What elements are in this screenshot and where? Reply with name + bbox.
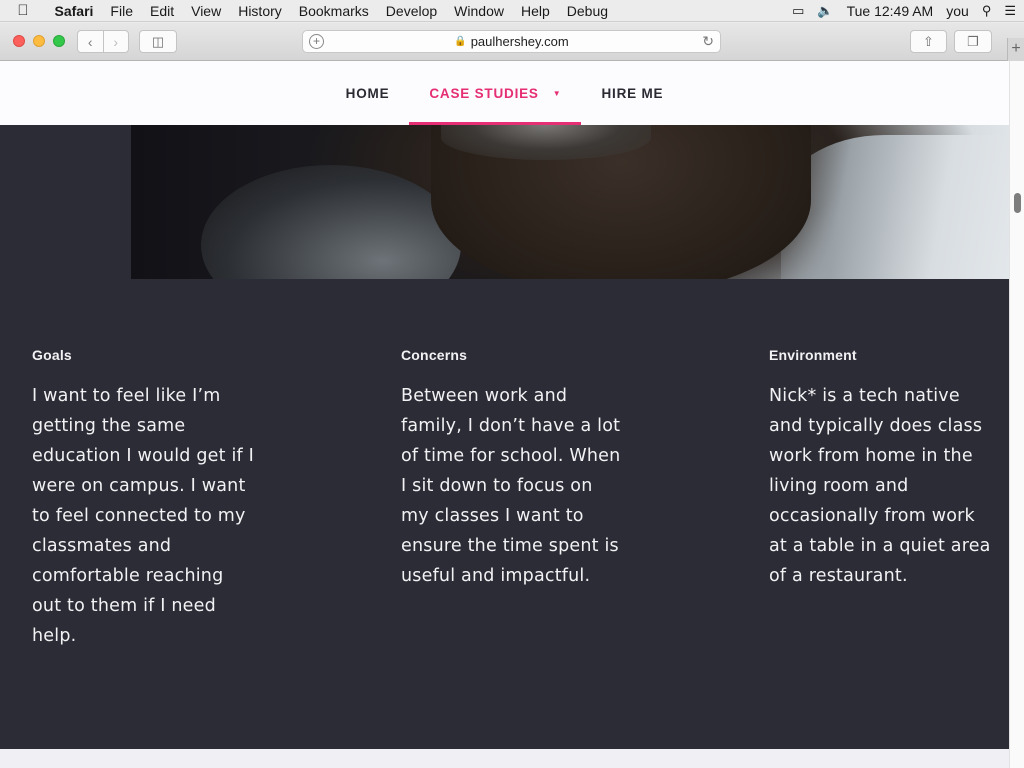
new-tab-button[interactable]: + xyxy=(1007,38,1024,61)
chevron-down-icon[interactable]: ▼ xyxy=(553,89,562,98)
environment-column: Environment Nick* is a tech native and t… xyxy=(769,347,994,591)
menu-view[interactable]: View xyxy=(183,3,230,19)
menu-help[interactable]: Help xyxy=(512,3,558,19)
nav-case-studies[interactable]: CASE STUDIES ▼ xyxy=(409,61,582,125)
menu-history[interactable]: History xyxy=(230,3,291,19)
menu-edit[interactable]: Edit xyxy=(141,3,182,19)
add-bookmark-icon[interactable]: + xyxy=(309,34,324,49)
nav-hire-me-label: HIRE ME xyxy=(601,85,664,101)
photo-shirt-left xyxy=(201,165,461,279)
menu-clock[interactable]: Tue 12:49 AM xyxy=(847,3,934,19)
goals-text: I want to feel like I’m getting the same… xyxy=(32,386,255,646)
environment-text: Nick* is a tech native and typically doe… xyxy=(769,386,991,586)
tab-overview-button[interactable]: ❐ xyxy=(954,30,992,53)
lock-icon: 🔒 xyxy=(454,36,467,47)
forward-button-icon[interactable]: › xyxy=(102,31,129,52)
notification-center-icon[interactable]: ☰ xyxy=(1004,3,1016,19)
menu-develop[interactable]: Develop xyxy=(377,3,445,19)
nav-hire-me[interactable]: HIRE ME xyxy=(581,61,683,125)
plus-icon: + xyxy=(1011,40,1021,57)
persona-photo xyxy=(131,125,1009,279)
goals-column: Goals I want to feel like I’m getting th… xyxy=(32,347,257,651)
browser-toolbar: ‹ › ◫ + 🔒 paulhershey.com ↻ ⇧ ❐ xyxy=(0,23,1024,61)
close-window-button[interactable] xyxy=(13,35,25,47)
next-section-edge xyxy=(0,749,1009,768)
sidebar-icon: ◫ xyxy=(151,33,165,49)
site-nav: HOME CASE STUDIES ▼ HIRE ME xyxy=(0,61,1009,125)
menu-window[interactable]: Window xyxy=(446,3,513,19)
menu-bookmarks[interactable]: Bookmarks xyxy=(290,3,377,19)
reload-icon[interactable]: ↻ xyxy=(702,33,714,50)
spotlight-search-icon[interactable]: ⚲ xyxy=(982,3,992,19)
concerns-text: Between work and family, I don’t have a … xyxy=(401,386,621,586)
scrollbar-thumb[interactable] xyxy=(1014,193,1021,213)
menu-user[interactable]: you xyxy=(946,3,969,19)
page-scrollbar[interactable] xyxy=(1009,61,1024,768)
minimize-window-button[interactable] xyxy=(33,35,45,47)
persona-details: Goals I want to feel like I’m getting th… xyxy=(0,279,1009,749)
menu-debug[interactable]: Debug xyxy=(558,3,616,19)
history-nav: ‹ › xyxy=(77,30,129,53)
share-button[interactable]: ⇧ xyxy=(910,30,947,53)
concerns-heading: Concerns xyxy=(401,347,468,363)
nav-home-label: HOME xyxy=(345,85,390,101)
share-icon: ⇧ xyxy=(923,33,934,49)
fullscreen-window-button[interactable] xyxy=(53,35,65,47)
menu-bar:  Safari File Edit View History Bookmark… xyxy=(0,0,1024,22)
url-text: paulhershey.com xyxy=(470,34,569,49)
nav-case-studies-label: CASE STUDIES xyxy=(429,85,539,101)
tabs-icon: ❐ xyxy=(967,33,979,49)
menu-extras: ▭ 🔈 Tue 12:49 AM you ⚲ ☰ xyxy=(792,0,1016,22)
apple-menu-icon[interactable]:  xyxy=(0,2,46,19)
volume-icon[interactable]: 🔈 xyxy=(817,3,833,19)
environment-heading: Environment xyxy=(769,347,857,363)
address-bar[interactable]: + 🔒 paulhershey.com ↻ xyxy=(302,30,721,53)
airplay-display-icon[interactable]: ▭ xyxy=(792,3,804,19)
photo-shirt-right xyxy=(781,135,1009,279)
sidebar-toggle-button[interactable]: ◫ xyxy=(139,30,177,53)
concerns-column: Concerns Between work and family, I don’… xyxy=(401,347,626,591)
menu-file[interactable]: File xyxy=(102,3,142,19)
menu-safari[interactable]: Safari xyxy=(46,3,102,19)
back-button-icon[interactable]: ‹ xyxy=(78,31,103,52)
nav-home[interactable]: HOME xyxy=(326,61,410,125)
web-page: HOME CASE STUDIES ▼ HIRE ME Goals I want… xyxy=(0,61,1009,768)
goals-heading: Goals xyxy=(32,347,72,363)
